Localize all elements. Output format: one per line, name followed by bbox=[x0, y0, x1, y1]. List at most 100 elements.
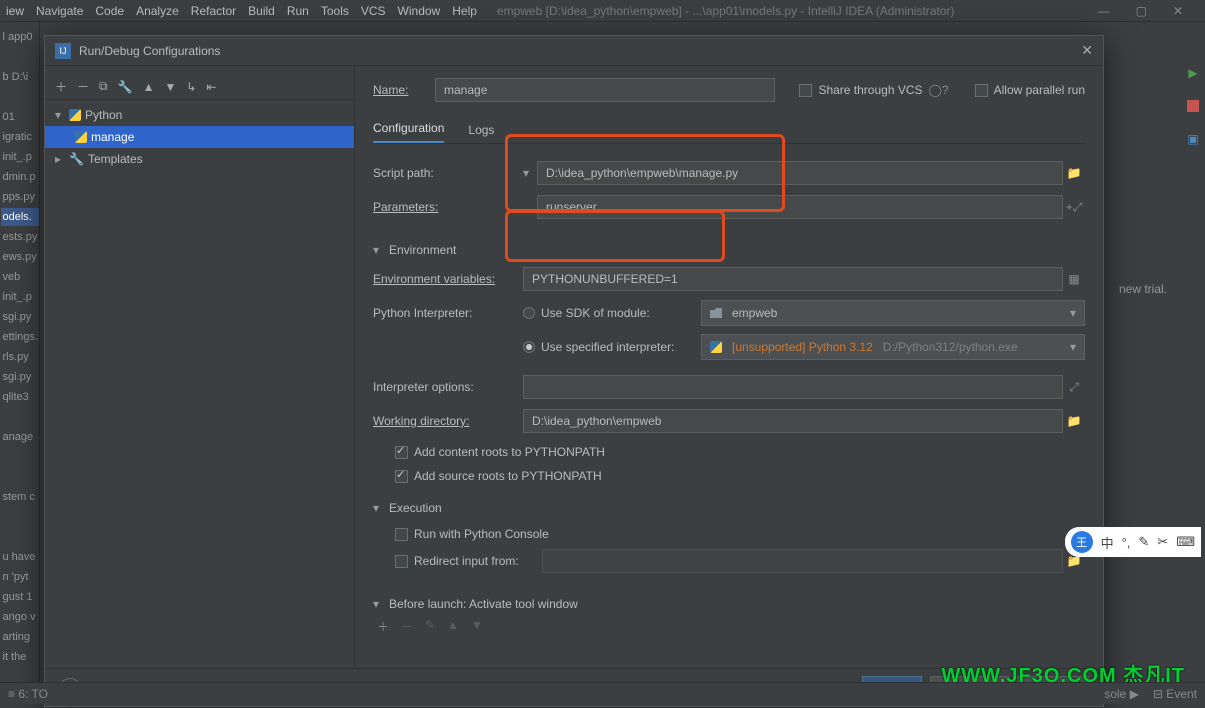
play-icon[interactable]: ▶ bbox=[1188, 66, 1197, 80]
tree-templates[interactable]: ▸🔧 Templates bbox=[45, 148, 354, 170]
add-content-checkbox[interactable] bbox=[395, 446, 408, 459]
project-file-item[interactable]: stem c bbox=[1, 488, 39, 506]
project-file-item[interactable]: l app0 bbox=[1, 28, 39, 46]
project-file-item[interactable]: ettings. bbox=[1, 328, 39, 346]
project-file-item[interactable]: n 'pyt bbox=[1, 568, 39, 586]
project-file-item[interactable]: init_.p bbox=[1, 288, 39, 306]
project-file-item[interactable] bbox=[1, 48, 39, 66]
project-file-item[interactable]: b D:\i bbox=[1, 68, 39, 86]
ime-edit-icon[interactable]: ✎ bbox=[1138, 534, 1149, 550]
script-path-dropdown-icon[interactable]: ▾ bbox=[523, 166, 537, 180]
wrench-icon[interactable]: 🔧 bbox=[118, 80, 133, 94]
browse-folder-icon[interactable]: 📁 bbox=[1063, 161, 1085, 185]
folder-out-icon[interactable]: ↳ bbox=[186, 80, 196, 94]
project-file-item[interactable]: gust 1 bbox=[1, 588, 39, 606]
specified-radio[interactable] bbox=[523, 341, 535, 353]
project-file-item[interactable] bbox=[1, 88, 39, 106]
ime-lang[interactable]: 中 bbox=[1101, 533, 1114, 552]
bl-remove-icon[interactable]: － bbox=[401, 618, 413, 635]
bl-down-icon[interactable]: ▼ bbox=[471, 618, 483, 635]
project-file-item[interactable] bbox=[1, 468, 39, 486]
stop-icon[interactable] bbox=[1187, 100, 1199, 112]
project-file-item[interactable]: qlite3 bbox=[1, 388, 39, 406]
menu-window[interactable]: Window bbox=[398, 4, 441, 18]
project-file-item[interactable]: sgi.py bbox=[1, 368, 39, 386]
menu-build[interactable]: Build bbox=[248, 4, 275, 18]
parameters-input[interactable] bbox=[537, 195, 1063, 219]
down-icon[interactable]: ▼ bbox=[164, 80, 176, 94]
project-file-item[interactable] bbox=[1, 508, 39, 526]
bl-add-icon[interactable]: ＋ bbox=[377, 618, 389, 635]
bl-edit-icon[interactable]: ✎ bbox=[425, 618, 435, 635]
project-file-item[interactable] bbox=[1, 448, 39, 466]
project-file-item[interactable]: veb bbox=[1, 268, 39, 286]
project-file-item[interactable]: pps.py bbox=[1, 188, 39, 206]
sdk-radio[interactable] bbox=[523, 307, 535, 319]
working-dir-input[interactable] bbox=[523, 409, 1063, 433]
environment-header[interactable]: ▾Environment bbox=[373, 236, 1085, 264]
layout-icon[interactable]: ▣ bbox=[1187, 132, 1198, 146]
menu-refactor[interactable]: Refactor bbox=[191, 4, 236, 18]
envvars-edit-icon[interactable]: ▦ bbox=[1063, 267, 1085, 291]
minimize-icon[interactable]: — bbox=[1098, 4, 1110, 18]
status-left[interactable]: ≡ 6: TO bbox=[8, 687, 48, 701]
tab-configuration[interactable]: Configuration bbox=[373, 121, 444, 143]
redirect-checkbox[interactable] bbox=[395, 555, 408, 568]
close-icon[interactable]: ✕ bbox=[1081, 42, 1093, 59]
project-file-item[interactable]: anage bbox=[1, 428, 39, 446]
share-checkbox[interactable] bbox=[799, 84, 812, 97]
tab-logs[interactable]: Logs bbox=[468, 123, 494, 143]
menu-navigate[interactable]: Navigate bbox=[36, 4, 83, 18]
collapse-icon[interactable]: ⇤ bbox=[206, 80, 216, 94]
menu-code[interactable]: Code bbox=[95, 4, 124, 18]
up-icon[interactable]: ▲ bbox=[143, 80, 155, 94]
project-file-item[interactable]: ests.py bbox=[1, 228, 39, 246]
ime-keyboard-icon[interactable]: ⌨ bbox=[1176, 534, 1195, 550]
project-file-item[interactable]: it the bbox=[1, 648, 39, 666]
menu-view[interactable]: iew bbox=[6, 4, 24, 18]
project-file-item[interactable]: sgi.py bbox=[1, 308, 39, 326]
project-file-item[interactable]: u have bbox=[1, 548, 39, 566]
envvars-input[interactable] bbox=[523, 267, 1063, 291]
project-file-item[interactable]: arting bbox=[1, 628, 39, 646]
expand-icon[interactable]: ⤢ bbox=[1063, 375, 1085, 399]
project-file-item[interactable] bbox=[1, 528, 39, 546]
specified-interpreter-select[interactable]: [unsupported] Python 3.12 D:/Python312/p… bbox=[701, 334, 1085, 360]
help-small-icon[interactable]: ◯? bbox=[929, 83, 949, 97]
project-file-item[interactable]: rls.py bbox=[1, 348, 39, 366]
add-icon[interactable]: ＋ bbox=[55, 78, 67, 95]
close-window-icon[interactable]: ✕ bbox=[1173, 4, 1183, 18]
project-file-item[interactable]: igratic bbox=[1, 128, 39, 146]
copy-icon[interactable]: ⧉ bbox=[99, 79, 108, 94]
parallel-checkbox[interactable] bbox=[975, 84, 988, 97]
menu-analyze[interactable]: Analyze bbox=[136, 4, 179, 18]
redirect-input[interactable] bbox=[542, 549, 1063, 573]
ime-scissors-icon[interactable]: ✂ bbox=[1157, 534, 1168, 550]
ime-toolbar[interactable]: 王 中 °, ✎ ✂ ⌨ bbox=[1065, 527, 1201, 557]
menu-help[interactable]: Help bbox=[452, 4, 477, 18]
status-event[interactable]: ⊟ Event bbox=[1153, 687, 1197, 701]
project-file-item[interactable]: ews.py bbox=[1, 248, 39, 266]
expand-icon[interactable]: +⤢ bbox=[1063, 195, 1085, 219]
ime-punct-icon[interactable]: °, bbox=[1122, 535, 1131, 550]
run-console-checkbox[interactable] bbox=[395, 528, 408, 541]
project-file-item[interactable] bbox=[1, 408, 39, 426]
project-file-item[interactable]: init_.p bbox=[1, 148, 39, 166]
add-source-checkbox[interactable] bbox=[395, 470, 408, 483]
project-file-item[interactable]: dmin.p bbox=[1, 168, 39, 186]
execution-header[interactable]: ▾Execution bbox=[373, 494, 1085, 522]
menu-tools[interactable]: Tools bbox=[321, 4, 349, 18]
script-path-input[interactable] bbox=[537, 161, 1063, 185]
status-console[interactable]: sole ▶ bbox=[1104, 687, 1139, 701]
menu-run[interactable]: Run bbox=[287, 4, 309, 18]
tree-python[interactable]: ▾ Python bbox=[45, 104, 354, 126]
bl-up-icon[interactable]: ▲ bbox=[447, 618, 459, 635]
remove-icon[interactable]: － bbox=[77, 78, 89, 95]
tree-manage[interactable]: manage bbox=[45, 126, 354, 148]
project-file-item[interactable]: 01 bbox=[1, 108, 39, 126]
interpreter-options-input[interactable] bbox=[523, 375, 1063, 399]
sdk-module-select[interactable]: empweb ▾ bbox=[701, 300, 1085, 326]
browse-folder-icon[interactable]: 📁 bbox=[1063, 409, 1085, 433]
before-launch-header[interactable]: ▾Before launch: Activate tool window bbox=[373, 590, 1085, 618]
name-input[interactable] bbox=[435, 78, 775, 102]
